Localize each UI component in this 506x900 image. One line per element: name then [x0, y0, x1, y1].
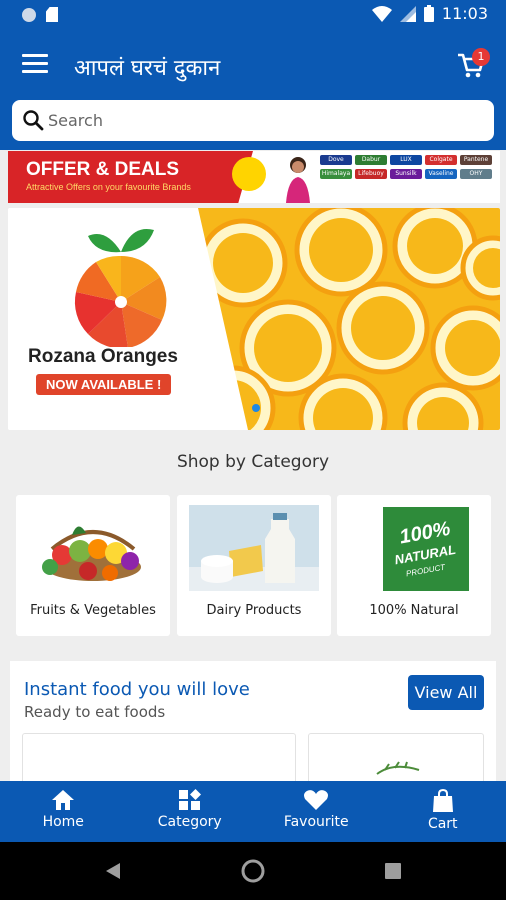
- brand-logo: Dove: [320, 155, 352, 165]
- natural-product-badge-image: 100% NATURAL PRODUCT: [383, 507, 469, 591]
- status-time: 11:03: [441, 4, 488, 23]
- brand-logo: Pantene: [460, 155, 492, 165]
- cart-count-badge: 1: [472, 48, 490, 66]
- category-label: Fruits & Vegetables: [30, 603, 156, 618]
- search-bar[interactable]: [12, 100, 494, 141]
- nav-category[interactable]: Category: [127, 781, 254, 842]
- category-card-fruits-vegetables[interactable]: Fruits & Vegetables: [16, 495, 170, 636]
- offer-subtitle: Attractive Offers on your favourite Bran…: [26, 182, 191, 192]
- brand-logo: Sunsilk: [390, 169, 422, 179]
- now-available-badge: NOW AVAILABLE !: [36, 374, 172, 395]
- cart-button[interactable]: 1: [456, 48, 490, 80]
- brand-logo-grid: Dove Dabur LUX Colgate Pantene Himalaya …: [320, 155, 492, 179]
- offer-sticker-icon: [232, 157, 266, 191]
- brand-logo: Lifebuoy: [355, 169, 387, 179]
- orange-logo-icon: [74, 228, 167, 347]
- nav-cart[interactable]: Cart: [380, 781, 506, 842]
- menu-icon[interactable]: [22, 54, 48, 74]
- notification-dot-icon: [22, 7, 36, 22]
- heart-icon: [304, 790, 329, 810]
- bag-icon: [432, 789, 453, 812]
- brand-logo: OHY: [460, 169, 492, 179]
- nav-favourite-label: Favourite: [283, 814, 349, 830]
- herb-image: [376, 761, 420, 775]
- instant-food-title: Instant food you will love: [24, 679, 250, 700]
- category-card-natural[interactable]: 100% NATURAL PRODUCT 100% Natural: [337, 495, 491, 636]
- instant-food-section: Instant food you will love Ready to eat …: [10, 661, 496, 793]
- category-icon: [178, 789, 201, 810]
- brand-logo: LUX: [390, 155, 422, 165]
- brand-logo: Vaseline: [425, 169, 457, 179]
- wifi-icon: [371, 5, 392, 22]
- bottom-navigation: Home Category Favourite Cart: [0, 781, 506, 842]
- instant-food-subtitle: Ready to eat foods: [24, 703, 166, 721]
- signal-icon: [399, 5, 416, 22]
- brand-logo: Colgate: [425, 155, 457, 165]
- nav-favourite[interactable]: Favourite: [253, 781, 380, 842]
- brand-logo: Himalaya: [320, 169, 352, 179]
- view-all-button[interactable]: View All: [408, 675, 484, 710]
- category-label: Dairy Products: [206, 603, 302, 618]
- home-circle-icon[interactable]: [241, 859, 265, 883]
- system-navigation-bar: [0, 842, 506, 900]
- dairy-products-image: [189, 505, 319, 591]
- status-bar: 11:03: [0, 0, 506, 30]
- home-icon: [52, 790, 75, 810]
- nav-home-label: Home: [42, 814, 84, 830]
- offer-deals-banner[interactable]: OFFER & DEALS Attractive Offers on your …: [8, 151, 500, 203]
- model-image: [286, 157, 310, 203]
- app-title: आपलं घरचं दुकान: [74, 56, 221, 81]
- recents-icon[interactable]: [385, 863, 401, 879]
- hero-brand-name: Rozana Oranges: [28, 346, 178, 367]
- search-icon: [23, 110, 44, 131]
- back-icon[interactable]: [105, 862, 121, 880]
- nav-category-label: Category: [157, 814, 222, 830]
- vegetables-basket-image: [42, 526, 141, 581]
- carousel-indicator[interactable]: [252, 404, 260, 412]
- shop-by-category-heading: Shop by Category: [176, 452, 330, 472]
- brand-logo: Dabur: [355, 155, 387, 165]
- search-input[interactable]: [48, 100, 478, 141]
- offer-title: OFFER & DEALS: [26, 159, 180, 180]
- battery-icon: [423, 5, 434, 22]
- sd-card-icon: [46, 7, 58, 22]
- nav-home[interactable]: Home: [0, 781, 127, 842]
- hero-carousel[interactable]: Rozana Oranges NOW AVAILABLE !: [8, 208, 500, 430]
- category-card-dairy[interactable]: Dairy Products: [177, 495, 331, 636]
- nav-cart-label: Cart: [427, 816, 458, 832]
- category-label: 100% Natural: [369, 603, 459, 618]
